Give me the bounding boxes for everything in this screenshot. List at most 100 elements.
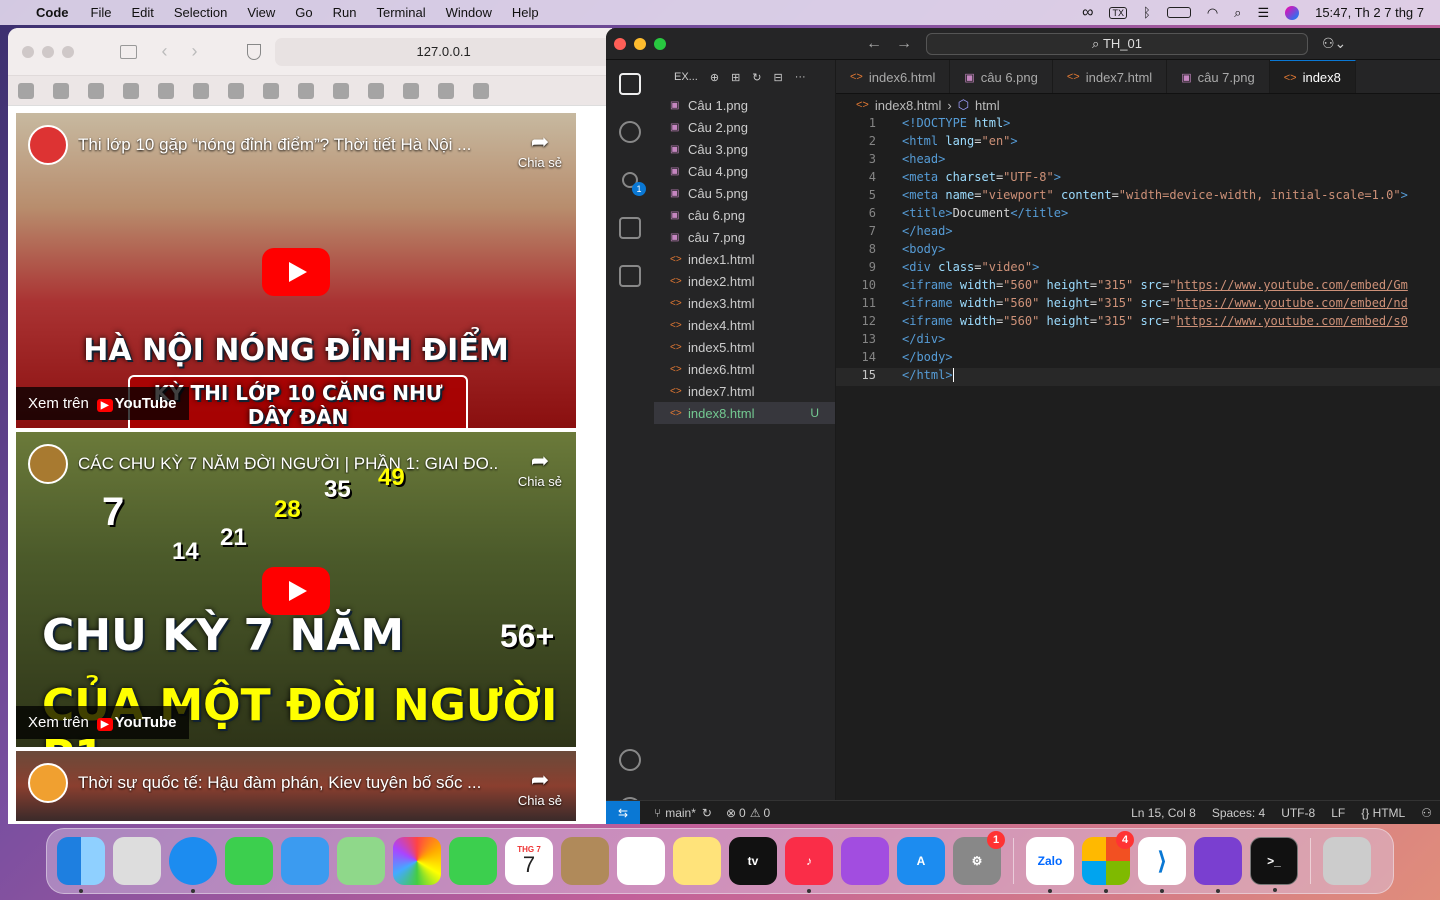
file-item[interactable]: ▣ Câu 4.png [654,160,835,182]
encoding[interactable]: UTF-8 [1281,806,1315,820]
favorite-icon[interactable] [298,82,314,99]
favorite-icon[interactable] [193,82,209,99]
cursor-position[interactable]: Ln 15, Col 8 [1131,806,1196,820]
search-icon[interactable] [606,108,654,156]
file-item[interactable]: <> index7.html [654,380,835,402]
warning-icon[interactable]: ⚠ [750,806,761,820]
battery-icon[interactable] [1166,7,1191,18]
file-item[interactable]: ▣ Câu 5.png [654,182,835,204]
favorite-icon[interactable] [53,82,69,99]
photos-icon[interactable] [393,837,441,885]
file-item[interactable]: ▣ câu 6.png [654,204,835,226]
favorite-icon[interactable] [368,82,384,99]
channel-avatar[interactable] [28,763,68,803]
warning-count[interactable]: 0 [763,806,770,820]
mail-icon[interactable] [281,837,329,885]
nav-arrows-icon[interactable]: ←→ [866,35,926,53]
menu-run[interactable]: Run [333,5,357,20]
video-embed[interactable]: Thi lớp 10 gặp “nóng đỉnh điểm”? Thời ti… [16,113,576,428]
search-icon[interactable]: ⌕ [1234,5,1241,21]
input-source-icon[interactable]: TX [1109,6,1127,19]
indentation[interactable]: Spaces: 4 [1212,806,1265,820]
tab-index7[interactable]: <> index7.html [1053,60,1168,93]
address-bar[interactable]: 127.0.0.1 [275,37,612,66]
terminal-icon[interactable]: >_ [1250,837,1298,892]
remote-icon[interactable]: ⇆ [606,800,640,824]
copilot-icon[interactable]: ⚇⌄ [1322,35,1346,52]
code-editor[interactable]: 1 <!DOCTYPE html> 2 <html lang="en"> 3 <hea… [836,116,1440,386]
tab-cau6[interactable]: ▣ câu 6.png [950,60,1053,93]
video-title[interactable]: CÁC CHU KỲ 7 NĂM ĐỜI NGƯỜI | PHẦN 1: GIA… [78,454,498,474]
menu-view[interactable]: View [247,5,275,20]
share-button[interactable]: ➦ Chia sẻ [518,448,562,489]
watch-on-youtube[interactable]: Xem trên YouTube [16,387,189,420]
github-desktop-icon[interactable] [1194,837,1242,893]
file-item[interactable]: <> index1.html [654,248,835,270]
menu-selection[interactable]: Selection [174,5,227,20]
forward-icon[interactable]: › [191,41,197,62]
privacy-shield-icon[interactable] [247,43,262,60]
line-ending[interactable]: LF [1331,806,1345,820]
file-item[interactable]: <> index4.html [654,314,835,336]
favorite-icon[interactable] [18,82,34,99]
favorite-icon[interactable] [123,82,139,99]
language-mode[interactable]: {} HTML [1361,806,1405,820]
music-icon[interactable]: ♪ [785,837,833,893]
git-branch[interactable]: main* [665,806,696,820]
messages-icon[interactable] [225,837,273,885]
file-item[interactable]: ▣ Câu 1.png [654,94,835,116]
favorite-icon[interactable] [88,82,104,99]
launchpad-icon[interactable] [113,837,161,885]
file-item[interactable]: ▣ câu 7.png [654,226,835,248]
more-icon[interactable]: ··· [795,71,806,83]
file-item[interactable]: <> index2.html [654,270,835,292]
explorer-icon[interactable] [606,60,654,108]
system-settings-icon[interactable]: ⚙ 1 [953,831,1005,885]
close-button[interactable] [22,45,34,58]
microsoft-store-icon[interactable]: 4 [1082,831,1134,893]
finder-icon[interactable] [57,837,105,893]
breadcrumb-file[interactable]: index8.html [875,98,941,113]
favorite-icon[interactable] [403,82,419,99]
siri-icon[interactable] [1285,5,1300,20]
bluetooth-icon[interactable]: ᛒ [1143,5,1151,20]
favorite-icon[interactable] [473,82,489,99]
breadcrumb-element[interactable]: html [975,98,1000,113]
apple-tv-icon[interactable]: tv [729,837,777,885]
channel-avatar[interactable] [28,444,68,484]
new-file-icon[interactable]: ⊕ [710,71,719,84]
tab-index6[interactable]: <> index6.html [836,60,951,93]
favorite-icon[interactable] [438,82,454,99]
run-debug-icon[interactable] [606,204,654,252]
vscode-icon[interactable]: ⟩ [1138,837,1186,893]
collapse-icon[interactable]: ⊟ [774,71,783,84]
tab-cau7[interactable]: ▣ câu 7.png [1167,60,1270,93]
safari-icon[interactable] [169,837,217,893]
zalo-icon[interactable]: Zalo [1026,837,1074,893]
creative-cloud-icon[interactable]: ∞ [1082,4,1093,22]
menu-app-name[interactable]: Code [36,5,69,20]
error-icon[interactable]: ⊗ [726,806,736,820]
file-item[interactable]: <> index6.html [654,358,835,380]
command-center-search[interactable]: ⌕ TH_01 [926,32,1308,55]
error-count[interactable]: 0 [739,806,746,820]
favorite-icon[interactable] [158,82,174,99]
minimize-button[interactable] [41,45,54,58]
back-icon[interactable]: ‹ [161,41,167,62]
file-item[interactable]: <> index3.html [654,292,835,314]
branch-icon[interactable]: ⑂ [654,806,661,820]
menu-clock[interactable]: 15:47, Th 2 7 thg 7 [1315,5,1424,20]
close-button[interactable] [614,37,626,50]
share-button[interactable]: ➦ Chia sẻ [518,129,562,170]
sync-icon[interactable]: ↻ [702,806,712,820]
file-item[interactable]: <> index8.html U [654,402,835,424]
menu-terminal[interactable]: Terminal [377,5,426,20]
maps-icon[interactable] [337,837,385,885]
play-button[interactable] [262,248,330,296]
favorite-icon[interactable] [263,82,279,99]
video-embed[interactable]: Thời sự quốc tế: Hậu đàm phán, Kiev tuyê… [16,751,576,821]
video-title[interactable]: Thời sự quốc tế: Hậu đàm phán, Kiev tuyê… [78,773,498,793]
video-embed[interactable]: CÁC CHU KỲ 7 NĂM ĐỜI NGƯỜI | PHẦN 1: GIA… [16,432,576,747]
menu-help[interactable]: Help [512,5,539,20]
zoom-button[interactable] [654,37,666,50]
